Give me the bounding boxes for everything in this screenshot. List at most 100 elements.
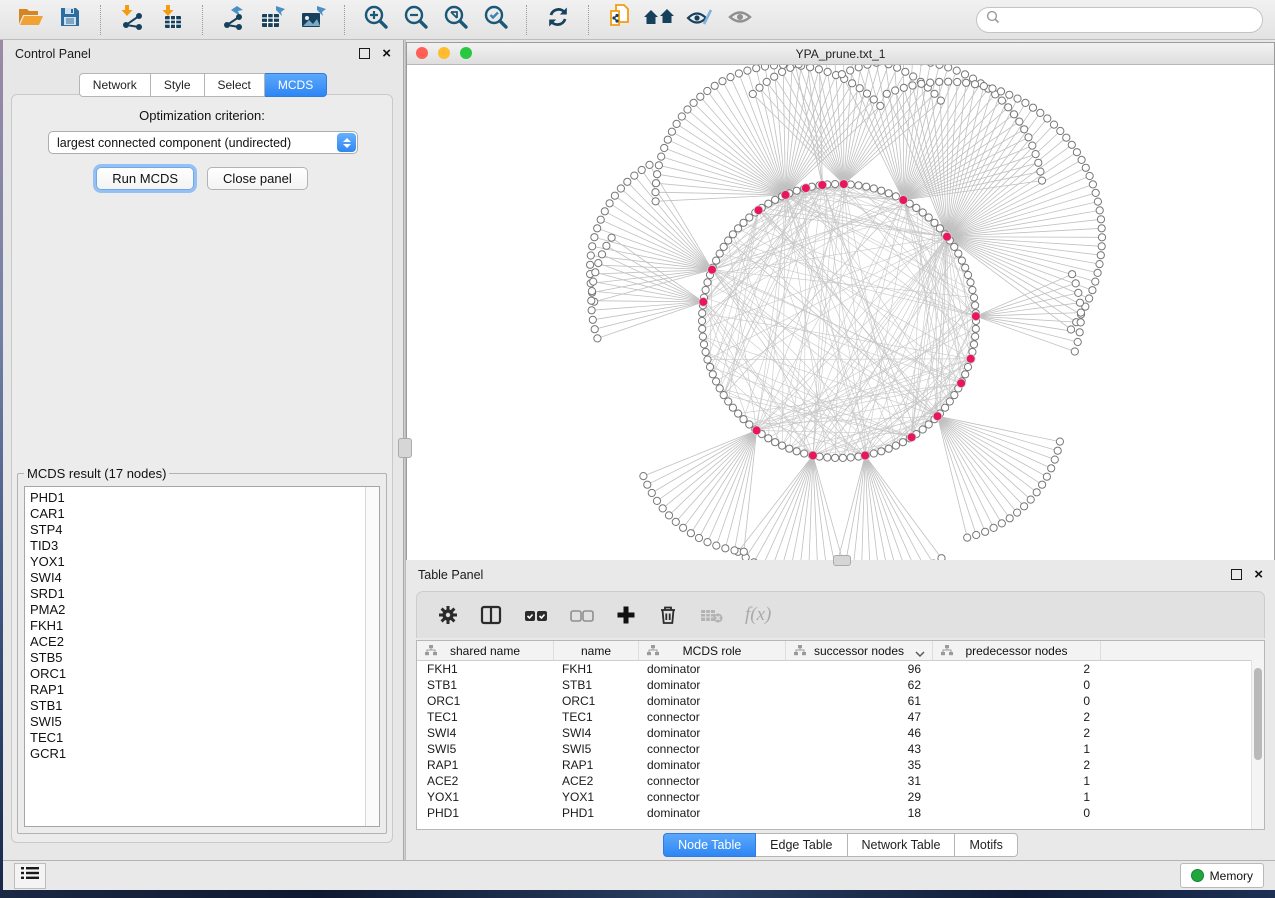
table-cell: dominator <box>639 678 786 692</box>
tab-motifs[interactable]: Motifs <box>955 833 1017 857</box>
mcds-list-scrollbar[interactable] <box>365 487 379 826</box>
table-row[interactable]: STB1STB1dominator620 <box>417 677 1264 693</box>
table-row[interactable]: PHD1PHD1dominator180 <box>417 805 1264 821</box>
table-scrollbar[interactable] <box>1251 660 1264 829</box>
copy-style-button[interactable] <box>602 5 638 35</box>
window-zoom-traffic-light[interactable] <box>460 47 472 59</box>
table-row[interactable]: SWI4SWI4dominator462 <box>417 725 1264 741</box>
import-table-button[interactable] <box>154 5 190 35</box>
search-box[interactable] <box>976 7 1263 33</box>
export-image-button[interactable] <box>296 5 332 35</box>
control-panel-tabbar: Network Style Select MCDS <box>3 73 403 97</box>
open-file-button[interactable] <box>12 5 48 35</box>
mcds-result-item[interactable]: SRD1 <box>30 586 365 602</box>
hide-selected-button[interactable] <box>682 5 718 35</box>
mcds-result-item[interactable]: FKH1 <box>30 618 365 634</box>
float-table-panel-icon[interactable] <box>1231 569 1242 580</box>
mcds-result-item[interactable]: TEC1 <box>30 730 365 746</box>
table-row[interactable]: FKH1FKH1dominator962 <box>417 661 1264 677</box>
mcds-result-item[interactable]: ACE2 <box>30 634 365 650</box>
toolbar-separator <box>344 5 346 35</box>
mcds-result-item[interactable]: GCR1 <box>30 746 365 762</box>
show-all-button[interactable] <box>722 5 758 35</box>
show-columns-icon[interactable] <box>479 604 503 626</box>
column-header-name[interactable]: name <box>554 641 639 660</box>
tab-edge-table[interactable]: Edge Table <box>756 833 847 857</box>
deselect-all-checkboxes-icon[interactable] <box>569 604 595 626</box>
optimization-criterion-select[interactable]: largest connected component (undirected) <box>48 131 358 154</box>
refresh-button[interactable] <box>540 5 576 35</box>
network-canvas[interactable] <box>407 65 1274 560</box>
export-image-icon <box>299 4 329 35</box>
mcds-result-item[interactable]: CAR1 <box>30 506 365 522</box>
window-minimize-traffic-light[interactable] <box>438 47 450 59</box>
task-history-button[interactable] <box>14 863 46 889</box>
mcds-result-item[interactable]: STB5 <box>30 650 365 666</box>
table-cell: 47 <box>786 710 933 724</box>
close-table-panel-icon[interactable]: × <box>1254 567 1263 582</box>
network-window-title-bar[interactable]: YPA_prune.txt_1 <box>407 43 1274 65</box>
table-cell: 62 <box>786 678 933 692</box>
mcds-result-item[interactable]: YOX1 <box>30 554 365 570</box>
zoom-out-button[interactable] <box>398 5 434 35</box>
close-panel-icon[interactable]: × <box>382 46 391 61</box>
mcds-result-list[interactable]: PHD1CAR1STP4TID3YOX1SWI4SRD1PMA2FKH1ACE2… <box>25 487 365 826</box>
column-header-shared-name[interactable]: shared name <box>417 641 554 660</box>
add-column-icon[interactable] <box>615 604 637 626</box>
table-cell: STB1 <box>554 678 639 692</box>
copy-documents-icon <box>606 3 634 36</box>
mcds-result-item[interactable]: ORC1 <box>30 666 365 682</box>
export-table-button[interactable] <box>256 5 292 35</box>
table-scrollbar-thumb[interactable] <box>1254 668 1262 760</box>
zoom-fit-button[interactable] <box>438 5 474 35</box>
table-cell: 2 <box>933 758 1101 772</box>
tab-node-table[interactable]: Node Table <box>663 833 756 857</box>
import-network-icon <box>118 4 146 35</box>
table-cell: SWI5 <box>417 742 554 756</box>
zoom-in-button[interactable] <box>358 5 394 35</box>
memory-status-dot <box>1191 869 1204 882</box>
two-houses-icon <box>642 4 678 35</box>
mcds-result-item[interactable]: RAP1 <box>30 682 365 698</box>
select-all-checkboxes-icon[interactable] <box>523 604 549 626</box>
tab-style[interactable]: Style <box>151 73 205 97</box>
horizontal-splitter-handle[interactable] <box>833 555 851 566</box>
table-row[interactable]: RAP1RAP1dominator352 <box>417 757 1264 773</box>
tab-mcds[interactable]: MCDS <box>265 73 327 97</box>
table-row[interactable]: ORC1ORC1dominator610 <box>417 693 1264 709</box>
column-header-mcds-role[interactable]: MCDS role <box>639 641 786 660</box>
column-header-predecessor-nodes[interactable]: predecessor nodes <box>933 641 1101 660</box>
delete-column-icon[interactable] <box>657 604 679 626</box>
save-session-button[interactable] <box>52 5 88 35</box>
table-settings-gear-icon[interactable] <box>437 604 459 626</box>
table-row[interactable]: SWI5SWI5connector431 <box>417 741 1264 757</box>
run-mcds-button[interactable]: Run MCDS <box>96 167 194 190</box>
mcds-result-item[interactable]: STB1 <box>30 698 365 714</box>
vertical-splitter-handle[interactable] <box>398 438 412 458</box>
import-network-button[interactable] <box>114 5 150 35</box>
mcds-result-item[interactable]: TID3 <box>30 538 365 554</box>
tab-network[interactable]: Network <box>79 73 151 97</box>
search-icon <box>986 10 1000 29</box>
window-close-traffic-light[interactable] <box>416 47 428 59</box>
mcds-result-item[interactable]: PHD1 <box>30 490 365 506</box>
tab-network-table[interactable]: Network Table <box>848 833 956 857</box>
memory-button[interactable]: Memory <box>1180 863 1264 888</box>
close-panel-button[interactable]: Close panel <box>207 167 308 190</box>
mcds-result-item[interactable]: SWI5 <box>30 714 365 730</box>
table-cell: 31 <box>786 774 933 788</box>
column-header-successor-nodes[interactable]: successor nodes <box>786 641 933 660</box>
mcds-result-item[interactable]: STP4 <box>30 522 365 538</box>
mcds-result-item[interactable]: SWI4 <box>30 570 365 586</box>
table-row[interactable]: ACE2ACE2connector311 <box>417 773 1264 789</box>
table-cell: 29 <box>786 790 933 804</box>
table-row[interactable]: TEC1TEC1connector472 <box>417 709 1264 725</box>
export-network-button[interactable] <box>216 5 252 35</box>
table-row[interactable]: YOX1YOX1connector291 <box>417 789 1264 805</box>
first-neighbors-button[interactable] <box>642 5 678 35</box>
tab-select[interactable]: Select <box>205 73 265 97</box>
float-panel-icon[interactable] <box>359 48 370 59</box>
zoom-selected-button[interactable] <box>478 5 514 35</box>
search-input[interactable] <box>1006 12 1253 28</box>
mcds-result-item[interactable]: PMA2 <box>30 602 365 618</box>
